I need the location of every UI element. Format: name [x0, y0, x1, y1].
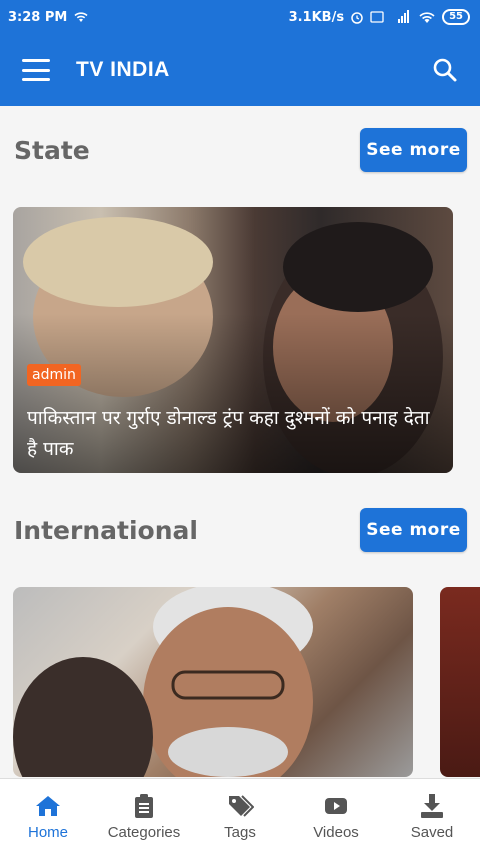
news-headline: पाकिस्तान पर गुर्राए डोनाल्ड ट्रंप कहा द…: [27, 407, 430, 460]
home-icon: [36, 795, 60, 816]
nav-tags[interactable]: Tags: [192, 779, 288, 853]
app-bar: TV INDIA: [0, 34, 480, 106]
nav-home-label: Home: [27, 823, 68, 841]
signal-icon: [398, 10, 410, 23]
nav-categories-label: Categories: [107, 823, 181, 841]
nav-categories[interactable]: Categories: [96, 779, 192, 853]
nav-videos[interactable]: Videos: [288, 779, 384, 853]
news-card-state[interactable]: admin पाकिस्तान पर गुर्राए डोनाल्ड ट्रंप…: [13, 207, 453, 473]
nav-saved[interactable]: Saved: [384, 779, 480, 853]
section-title-international: International: [14, 516, 198, 545]
search-icon[interactable]: [432, 57, 458, 83]
see-more-state-button[interactable]: See more: [360, 128, 467, 172]
nav-saved-label: Saved: [410, 823, 454, 841]
play-video-icon: [325, 797, 347, 814]
see-more-international-button[interactable]: See more: [360, 508, 467, 552]
battery-indicator: 55: [442, 9, 470, 25]
status-bar: 3:28 PM 3.1KB/s 55: [0, 0, 480, 34]
download-icon: [421, 793, 443, 818]
network-speed: 3.1KB/s: [288, 9, 345, 25]
nav-videos-label: Videos: [313, 823, 359, 841]
news-card-partial[interactable]: [440, 587, 480, 777]
wifi-icon-right: [419, 11, 435, 23]
news-image: [13, 587, 313, 777]
wifi-icon: [74, 12, 88, 22]
news-card-international[interactable]: [13, 587, 413, 777]
clipboard-list-icon: [135, 793, 153, 818]
author-badge: admin: [27, 364, 81, 386]
bottom-navigation: Home Categories Tags Videos Saved: [0, 778, 480, 853]
tags-icon: [229, 794, 254, 817]
hamburger-menu-icon[interactable]: [22, 59, 50, 81]
app-title: TV INDIA: [76, 58, 170, 81]
nav-tags-label: Tags: [224, 823, 256, 841]
volte-icon: [370, 11, 384, 23]
section-title-state: State: [14, 136, 90, 165]
nav-home[interactable]: Home: [0, 779, 96, 853]
alarm-icon: [351, 12, 363, 24]
status-time: 3:28 PM: [8, 9, 68, 25]
